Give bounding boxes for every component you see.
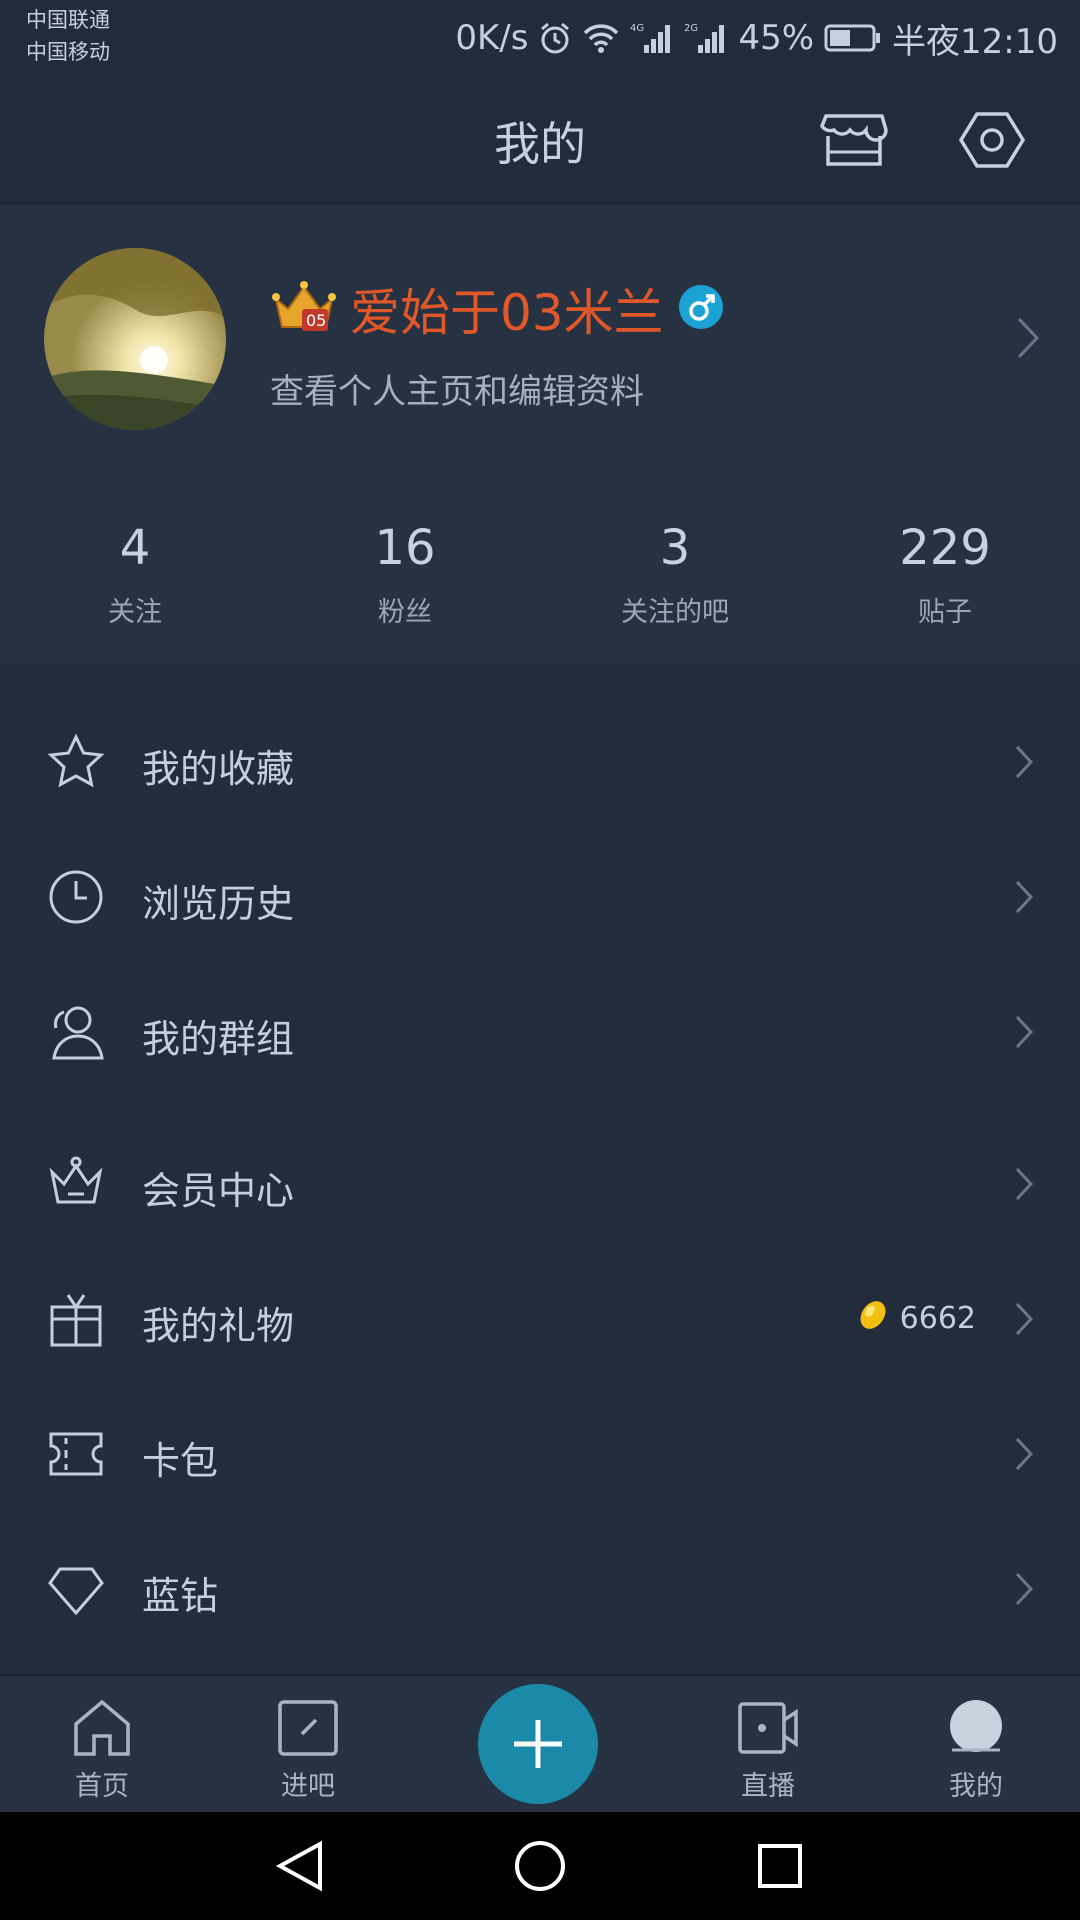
crown-icon xyxy=(46,1154,106,1214)
nav-enter-bar[interactable]: 进吧 xyxy=(228,1676,388,1814)
stat-value: 3 xyxy=(659,520,691,576)
chevron-right-icon xyxy=(1014,1166,1034,1206)
battery-icon xyxy=(824,23,882,53)
status-indicators: 0K/s 4G 2G 45% 半夜12:10 xyxy=(455,16,1058,62)
stat-posts[interactable]: 229 贴子 xyxy=(810,524,1080,629)
star-icon xyxy=(46,732,106,792)
stat-label: 贴子 xyxy=(918,597,972,628)
svg-text:2G: 2G xyxy=(684,23,698,34)
male-gender-icon xyxy=(678,284,724,334)
nav-home[interactable]: 首页 xyxy=(22,1676,182,1814)
enter-bar-icon xyxy=(276,1698,340,1758)
stat-following[interactable]: 4 关注 xyxy=(0,524,270,629)
menu-item-membership[interactable]: 会员中心 xyxy=(0,1116,1080,1251)
clock-icon xyxy=(46,867,106,927)
menu-item-favorites[interactable]: 我的收藏 xyxy=(0,694,1080,829)
signal-2g-icon: 2G xyxy=(684,21,728,55)
nav-profile[interactable]: 我的 xyxy=(896,1676,1056,1814)
chevron-right-icon xyxy=(1016,316,1040,364)
tbean-icon xyxy=(856,1297,890,1339)
stat-value: 16 xyxy=(374,520,436,576)
menu-label: 会员中心 xyxy=(142,1169,295,1213)
top-bar: 我的 xyxy=(0,78,1080,204)
nav-label: 直播 xyxy=(741,1771,795,1802)
settings-icon[interactable] xyxy=(956,108,1028,172)
menu-item-card-wallet[interactable]: 卡包 xyxy=(0,1386,1080,1521)
alarm-icon xyxy=(538,21,572,55)
menu-label: 蓝钻 xyxy=(142,1574,219,1618)
gift-icon xyxy=(46,1289,106,1349)
diamond-icon xyxy=(46,1559,106,1619)
profile-card[interactable]: 05 爱始于03米兰 查看个人主页和编辑资料 4 关注 16 粉丝 3 关注的吧… xyxy=(0,204,1080,664)
nav-live[interactable]: 直播 xyxy=(688,1676,848,1814)
stat-label: 粉丝 xyxy=(378,597,432,628)
svg-text:05: 05 xyxy=(306,311,326,330)
carrier-1: 中国联通 xyxy=(26,8,110,32)
post-button[interactable] xyxy=(478,1684,598,1804)
page-title: 我的 xyxy=(494,117,586,171)
gift-count-value: 6662 xyxy=(899,1300,976,1336)
avatar[interactable] xyxy=(44,248,226,430)
chevron-right-icon xyxy=(1014,744,1034,784)
stat-value: 4 xyxy=(119,520,151,576)
menu-item-gifts[interactable]: 我的礼物 6662 xyxy=(0,1251,1080,1386)
menu-label: 我的礼物 xyxy=(142,1304,295,1348)
stat-label: 关注 xyxy=(108,597,162,628)
chevron-right-icon xyxy=(1014,1571,1034,1611)
clock-time: 半夜12:10 xyxy=(892,21,1058,62)
profile-subtitle: 查看个人主页和编辑资料 xyxy=(270,372,644,412)
nav-label: 我的 xyxy=(949,1771,1003,1802)
chevron-right-icon xyxy=(1014,1014,1034,1054)
menu-label: 卡包 xyxy=(142,1439,219,1483)
menu-label: 浏览历史 xyxy=(142,882,295,926)
nav-label: 进吧 xyxy=(281,1771,335,1802)
back-icon[interactable] xyxy=(272,1838,328,1898)
profile-icon xyxy=(944,1698,1008,1758)
username: 爱始于03米兰 xyxy=(350,284,664,342)
plus-icon xyxy=(514,1720,562,1768)
signal-4g-icon: 4G xyxy=(630,21,674,55)
chevron-right-icon xyxy=(1014,879,1034,919)
crown-vip-icon: 05 xyxy=(272,279,336,339)
name-row: 05 爱始于03米兰 xyxy=(272,274,724,344)
live-camera-icon xyxy=(736,1698,800,1758)
system-nav-bar xyxy=(0,1812,1080,1920)
menu-label: 我的群组 xyxy=(142,1017,295,1061)
svg-text:4G: 4G xyxy=(630,23,644,34)
chevron-right-icon xyxy=(1014,1301,1034,1341)
menu-item-blue-diamond[interactable]: 蓝钻 xyxy=(0,1521,1080,1656)
stat-label: 关注的吧 xyxy=(621,597,729,628)
stat-value: 229 xyxy=(899,520,991,576)
menu-item-groups[interactable]: 我的群组 xyxy=(0,964,1080,1099)
stat-fans[interactable]: 16 粉丝 xyxy=(270,524,540,629)
chevron-right-icon xyxy=(1014,1436,1034,1476)
home-icon xyxy=(70,1698,134,1758)
store-icon[interactable] xyxy=(818,108,890,172)
menu-item-history[interactable]: 浏览历史 xyxy=(0,829,1080,964)
stat-followed-bars[interactable]: 3 关注的吧 xyxy=(540,524,810,629)
network-speed: 0K/s xyxy=(455,18,529,58)
wifi-icon xyxy=(582,21,620,55)
home-circle-icon[interactable] xyxy=(512,1838,568,1898)
carrier-2: 中国移动 xyxy=(26,40,110,64)
battery-percent: 45% xyxy=(738,18,815,58)
menu-label: 我的收藏 xyxy=(142,747,295,791)
gift-count: 6662 xyxy=(856,1297,976,1339)
recents-icon[interactable] xyxy=(752,1838,808,1898)
group-icon xyxy=(46,1002,106,1062)
nav-label: 首页 xyxy=(75,1771,129,1802)
status-bar: 中国联通 中国移动 0K/s 4G 2G 45% 半夜12:10 xyxy=(0,0,1080,78)
ticket-icon xyxy=(46,1424,106,1484)
